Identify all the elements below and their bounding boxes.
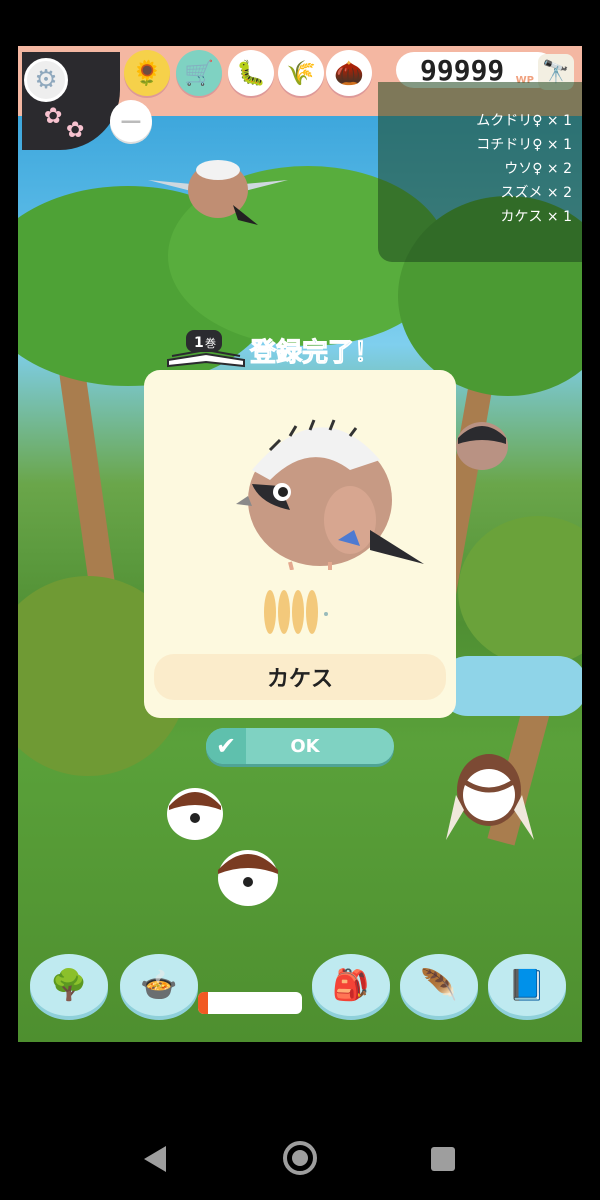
- feeder-icon[interactable]: 🍲: [120, 954, 198, 1016]
- stream: [438, 656, 582, 716]
- bush: [458, 516, 582, 666]
- bullfinch-bird: [456, 422, 508, 470]
- registration-card: カケス: [144, 370, 456, 718]
- bird-count-item: スズメ × 2: [500, 185, 572, 201]
- starling-bird: [446, 754, 534, 840]
- android-nav-bar: [0, 1042, 600, 1200]
- caterpillar-icon[interactable]: 🐛: [228, 50, 274, 96]
- home-icon[interactable]: [282, 1140, 318, 1176]
- volume-number: 1: [194, 335, 204, 351]
- book-volume-icon: 1 巻: [167, 330, 245, 368]
- check-icon: ✔: [206, 728, 246, 764]
- bird-count-item: ムクドリ♀ × 1: [476, 113, 572, 129]
- backpack-icon[interactable]: 🎒: [312, 954, 390, 1016]
- sparrow-bird: [218, 850, 278, 906]
- jay-bird-image: [236, 419, 424, 570]
- registration-complete-title: 登録完了！: [249, 338, 381, 369]
- quill-icon[interactable]: 🪶: [400, 954, 478, 1016]
- sakura-icon: ✿: [66, 118, 85, 143]
- rarity-feathers: [264, 590, 328, 634]
- registration-header: 1 巻 登録完了！: [166, 330, 406, 370]
- ok-button-label: OK: [290, 735, 320, 757]
- bird-count-list: ムクドリ♀ × 1 コチドリ♀ × 1 ウソ♀ × 2 スズメ × 2 カケス …: [378, 82, 582, 262]
- feed-level-fill: [198, 992, 209, 1014]
- volume-suffix: 巻: [205, 337, 216, 350]
- rarity-feather-icon: [306, 590, 318, 634]
- feed-level-bar: [198, 992, 302, 1014]
- book-icon[interactable]: 📘: [488, 954, 566, 1016]
- game-scene: ✿ ✿ ⚙ − 🌻 🛒 🐛 🌾 🌰 99999 WP 🔭 ムクドリ♀ × 1 コ…: [18, 46, 582, 1042]
- flying-jay-bird: [148, 160, 288, 225]
- sunflower-seed-icon[interactable]: 🌻: [124, 50, 170, 96]
- sakura-icon: ✿: [44, 104, 63, 129]
- shop-cart-icon[interactable]: 🛒: [176, 50, 222, 96]
- gear-icon[interactable]: ⚙: [24, 58, 68, 102]
- rarity-feather-icon: [278, 590, 290, 634]
- back-icon[interactable]: [142, 1144, 168, 1174]
- bird-name-field: カケス: [154, 654, 446, 700]
- bird-count-item: コチドリ♀ × 1: [476, 137, 572, 153]
- grain-icon[interactable]: 🌾: [278, 50, 324, 96]
- recents-icon[interactable]: [430, 1146, 456, 1172]
- nut-icon[interactable]: 🌰: [326, 50, 372, 96]
- rarity-feather-icon: [264, 590, 276, 634]
- bird-count-item: ウソ♀ × 2: [504, 161, 572, 177]
- tree-rotate-icon[interactable]: 🌳: [30, 954, 108, 1016]
- collapse-button[interactable]: −: [110, 100, 152, 142]
- ok-button[interactable]: ✔ OK: [206, 728, 394, 764]
- rarity-feather-icon: [292, 590, 304, 634]
- bird-count-item: カケス × 1: [500, 209, 572, 225]
